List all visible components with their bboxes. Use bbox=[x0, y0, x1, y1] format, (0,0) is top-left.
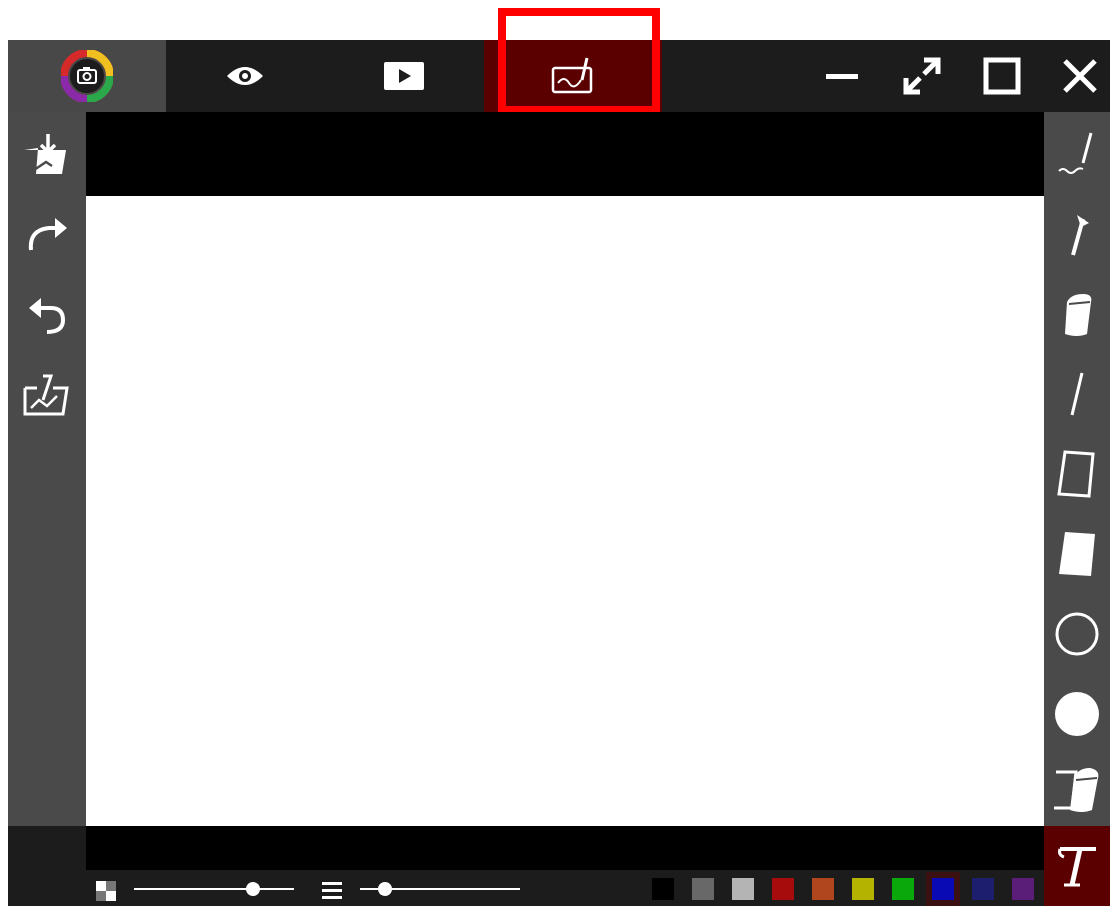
expand-button[interactable] bbox=[896, 50, 948, 102]
width-slider-knob[interactable] bbox=[378, 882, 392, 896]
color-swatch[interactable] bbox=[892, 878, 914, 900]
tab-capture[interactable] bbox=[8, 40, 166, 112]
minimize-button[interactable] bbox=[818, 50, 866, 102]
expand-icon bbox=[902, 56, 942, 96]
rectangle-filled-icon bbox=[1055, 528, 1099, 580]
color-swatch[interactable] bbox=[932, 878, 954, 900]
color-swatch[interactable] bbox=[772, 878, 794, 900]
rectangle-filled-tool[interactable] bbox=[1044, 518, 1110, 590]
color-swatch[interactable] bbox=[692, 878, 714, 900]
camera-logo-icon bbox=[61, 50, 113, 102]
ellipse-outline-tool[interactable] bbox=[1044, 598, 1110, 670]
color-swatch[interactable] bbox=[732, 878, 754, 900]
maximize-icon bbox=[982, 56, 1022, 96]
tab-play[interactable] bbox=[324, 40, 484, 112]
color-swatch[interactable] bbox=[972, 878, 994, 900]
close-button[interactable] bbox=[1054, 50, 1106, 102]
line-width-icon bbox=[322, 880, 342, 900]
text-tool[interactable] bbox=[1044, 826, 1110, 906]
left-toolbar-footer bbox=[8, 826, 86, 906]
redo-icon bbox=[23, 210, 71, 258]
width-slider[interactable] bbox=[360, 878, 520, 900]
eraser-icon bbox=[1052, 764, 1102, 816]
color-swatch[interactable] bbox=[812, 878, 834, 900]
minimize-icon bbox=[824, 58, 860, 94]
highlighter-tool[interactable] bbox=[1044, 278, 1110, 350]
ellipse-filled-tool[interactable] bbox=[1044, 678, 1110, 750]
ellipse-outline-icon bbox=[1052, 609, 1102, 659]
eye-icon bbox=[225, 64, 265, 88]
tab-view[interactable] bbox=[166, 40, 324, 112]
maximize-button[interactable] bbox=[976, 50, 1028, 102]
arrow-tool[interactable] bbox=[1044, 198, 1110, 270]
arrow-icon bbox=[1057, 209, 1097, 259]
save-drawing-icon bbox=[22, 130, 72, 178]
checkerboard-icon bbox=[96, 881, 116, 901]
rectangle-outline-icon bbox=[1055, 448, 1099, 500]
opacity-slider-knob[interactable] bbox=[246, 882, 260, 896]
close-icon bbox=[1060, 56, 1100, 96]
line-icon bbox=[1062, 369, 1092, 419]
undo-button[interactable] bbox=[8, 282, 86, 346]
canvas-bottom-margin bbox=[86, 826, 1044, 870]
line-tool[interactable] bbox=[1044, 358, 1110, 430]
color-swatch[interactable] bbox=[852, 878, 874, 900]
import-image-icon bbox=[21, 370, 73, 418]
color-swatch[interactable] bbox=[1012, 878, 1034, 900]
highlighter-icon bbox=[1057, 288, 1097, 340]
color-swatch[interactable] bbox=[652, 878, 674, 900]
text-icon bbox=[1052, 841, 1102, 891]
eraser-tool[interactable] bbox=[1044, 756, 1110, 824]
drawing-canvas[interactable] bbox=[86, 196, 1044, 826]
freehand-pen-tool[interactable] bbox=[1044, 118, 1110, 190]
import-image-button[interactable] bbox=[8, 362, 86, 426]
play-icon bbox=[384, 62, 424, 90]
ellipse-filled-icon bbox=[1052, 689, 1102, 739]
redo-button[interactable] bbox=[8, 202, 86, 266]
highlight-box bbox=[498, 8, 660, 114]
rectangle-outline-tool[interactable] bbox=[1044, 438, 1110, 510]
freehand-pen-icon bbox=[1053, 129, 1101, 179]
opacity-slider[interactable] bbox=[134, 878, 294, 900]
canvas-top-margin bbox=[86, 112, 1044, 196]
undo-icon bbox=[23, 290, 71, 338]
save-drawing-button[interactable] bbox=[8, 122, 86, 186]
